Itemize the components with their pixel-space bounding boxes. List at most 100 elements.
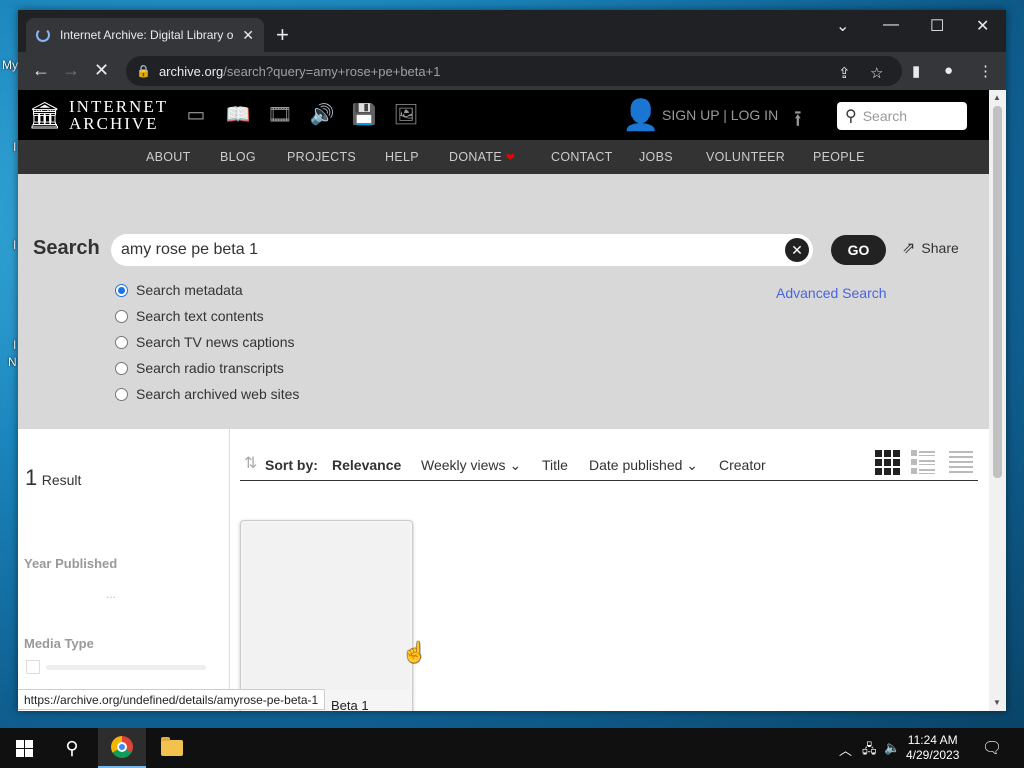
start-button[interactable] — [0, 728, 48, 768]
images-icon[interactable]: 🖼 — [393, 102, 419, 126]
file-explorer-taskbar-button[interactable] — [148, 728, 196, 768]
share-page-icon[interactable]: ⇪ — [838, 64, 851, 82]
bookmark-star-icon[interactable]: ☆ — [870, 64, 883, 82]
radio-button[interactable] — [115, 309, 128, 323]
scrollbar-thumb[interactable] — [993, 106, 1002, 478]
menu-icon[interactable]: ⋮ — [978, 62, 993, 80]
user-icon[interactable]: 👤 — [622, 98, 659, 133]
nav-help[interactable]: HELP — [385, 150, 419, 164]
compact-list-view-icon[interactable] — [948, 449, 974, 475]
radio-search-web[interactable]: Search archived web sites — [115, 386, 299, 402]
radio-label: Search archived web sites — [136, 386, 300, 402]
clock-date: 4/29/2023 — [906, 748, 960, 762]
nav-contact[interactable]: CONTACT — [551, 150, 613, 164]
query-text: amy rose pe beta 1 — [121, 241, 258, 258]
audio-icon[interactable]: 🔊 — [309, 102, 335, 126]
software-icon[interactable]: 💾 — [351, 102, 377, 126]
share-button[interactable]: ⇗ Share — [902, 238, 959, 258]
list-detail-view-icon[interactable] — [910, 449, 936, 475]
result-thumbnail[interactable] — [243, 523, 410, 689]
nav-volunteer[interactable]: VOLUNTEER — [706, 150, 785, 164]
radio-label: Search text contents — [136, 308, 264, 324]
close-tab-icon[interactable]: ✕ — [242, 27, 254, 44]
ia-logo[interactable]: 🏛 INTERNET ARCHIVE — [28, 98, 168, 132]
advanced-search-link[interactable]: Advanced Search — [776, 285, 887, 301]
back-button[interactable]: ← — [32, 60, 50, 81]
browser-tab[interactable]: Internet Archive: Digital Library o ✕ — [26, 18, 264, 52]
scroll-up-arrow-icon[interactable]: ▲ — [993, 93, 1001, 102]
windows-taskbar: ⚲ ︿ 🖧 🔈 11:24 AM 4/29/2023 🗨 — [0, 728, 1024, 768]
header-search-placeholder: Search — [862, 108, 908, 124]
minimize-button[interactable]: — — [883, 16, 899, 34]
chrome-taskbar-button[interactable] — [98, 728, 146, 768]
sort-title[interactable]: Title — [542, 457, 568, 473]
maximize-button[interactable]: ☐ — [930, 16, 944, 36]
search-panel: Search amy rose pe beta 1 ✕ GO ⇗ Share Ad… — [18, 174, 989, 429]
radio-search-text[interactable]: Search text contents — [115, 308, 264, 324]
ia-top-bar: 🏛 INTERNET ARCHIVE ▭ 📖 🎞 🔊 💾 🖼 👤 SIGN UP… — [18, 90, 989, 140]
nav-blog[interactable]: BLOG — [220, 150, 256, 164]
chevron-up-icon[interactable]: ︿ — [839, 740, 852, 759]
sort-date-published[interactable]: Date published ⌄ — [589, 457, 698, 474]
address-bar[interactable]: 🔒 archive.org/search?query=amy+rose+pe+b… — [126, 56, 902, 86]
search-icon: ⚲ — [65, 737, 79, 758]
browser-window: Internet Archive: Digital Library o ✕ + … — [18, 10, 1006, 711]
page-scrollbar[interactable]: ▲ ▼ — [989, 90, 1006, 711]
radio-search-radio[interactable]: Search radio transcripts — [115, 360, 284, 376]
web-icon[interactable]: ▭ — [183, 102, 209, 126]
video-icon[interactable]: 🎞 — [267, 102, 293, 126]
stop-loading-button[interactable]: ✕ — [94, 60, 109, 81]
search-taskbar-button[interactable]: ⚲ — [48, 728, 96, 768]
query-input[interactable]: amy rose pe beta 1 ✕ — [111, 234, 813, 266]
radio-search-tv[interactable]: Search TV news captions — [115, 334, 295, 350]
go-button[interactable]: GO — [831, 235, 886, 265]
url-path: /search?query=amy+rose+pe+beta+1 — [223, 63, 441, 79]
facet-placeholder — [26, 660, 206, 674]
chevron-down-icon: ⌄ — [509, 457, 522, 473]
system-clock[interactable]: 11:24 AM 4/29/2023 — [906, 733, 959, 763]
sort-weekly-views[interactable]: Weekly views ⌄ — [421, 457, 521, 474]
logo-line2: ARCHIVE — [69, 114, 159, 133]
nav-projects[interactable]: PROJECTS — [287, 150, 356, 164]
result-tile[interactable]: Beta 1 — [240, 520, 413, 711]
desktop-label: I — [13, 140, 17, 154]
radio-button[interactable] — [115, 361, 128, 375]
profile-icon[interactable]: ● — [944, 62, 953, 79]
radio-button[interactable] — [115, 283, 128, 297]
forward-button[interactable]: → — [62, 60, 80, 81]
status-bar-url: https://archive.org/undefined/details/am… — [18, 689, 326, 710]
new-tab-button[interactable]: + — [276, 24, 289, 46]
network-icon[interactable]: 🖧 — [862, 740, 877, 762]
radio-button[interactable] — [115, 387, 128, 401]
sort-arrows-icon[interactable]: ⇅ — [244, 453, 257, 473]
ia-nav-bar: ABOUT BLOG PROJECTS HELP DONATE ❤ CONTAC… — [18, 140, 989, 174]
nav-about[interactable]: ABOUT — [146, 150, 191, 164]
sort-weekly-views-label: Weekly views — [421, 457, 506, 473]
sort-relevance[interactable]: Relevance — [332, 457, 401, 473]
share-icon: ⇗ — [902, 240, 916, 257]
header-search-input[interactable]: ⚲ Search — [837, 102, 967, 130]
signup-login-link[interactable]: SIGN UP | LOG IN — [662, 107, 778, 123]
sort-creator[interactable]: Creator — [719, 457, 766, 473]
checkbox-placeholder — [26, 660, 40, 674]
tile-view-icon[interactable] — [874, 449, 900, 475]
scroll-down-arrow-icon[interactable]: ▼ — [993, 698, 1001, 707]
texts-icon[interactable]: 📖 — [225, 102, 251, 126]
notifications-icon[interactable]: 🗨 — [982, 738, 1002, 758]
windows-logo-icon — [15, 739, 33, 757]
nav-people[interactable]: PEOPLE — [813, 150, 865, 164]
results-area: ⇅ Sort by: Relevance Weekly views ⌄ Titl… — [230, 429, 989, 711]
clear-query-button[interactable]: ✕ — [785, 238, 809, 262]
upload-icon[interactable]: ⭱ — [794, 102, 802, 140]
chevron-down-icon[interactable]: ⌄ — [836, 16, 849, 36]
radio-search-metadata[interactable]: Search metadata — [115, 282, 243, 298]
nav-jobs[interactable]: JOBS — [639, 150, 673, 164]
radio-button[interactable] — [115, 335, 128, 349]
volume-icon[interactable]: 🔈 — [884, 740, 900, 756]
lock-icon: 🔒 — [136, 64, 151, 78]
nav-donate[interactable]: DONATE ❤ — [449, 150, 515, 164]
close-window-button[interactable]: ✕ — [976, 16, 989, 36]
chrome-icon — [111, 736, 133, 758]
result-title[interactable]: Beta 1 — [331, 698, 369, 711]
side-panel-icon[interactable]: ▮ — [912, 62, 920, 80]
